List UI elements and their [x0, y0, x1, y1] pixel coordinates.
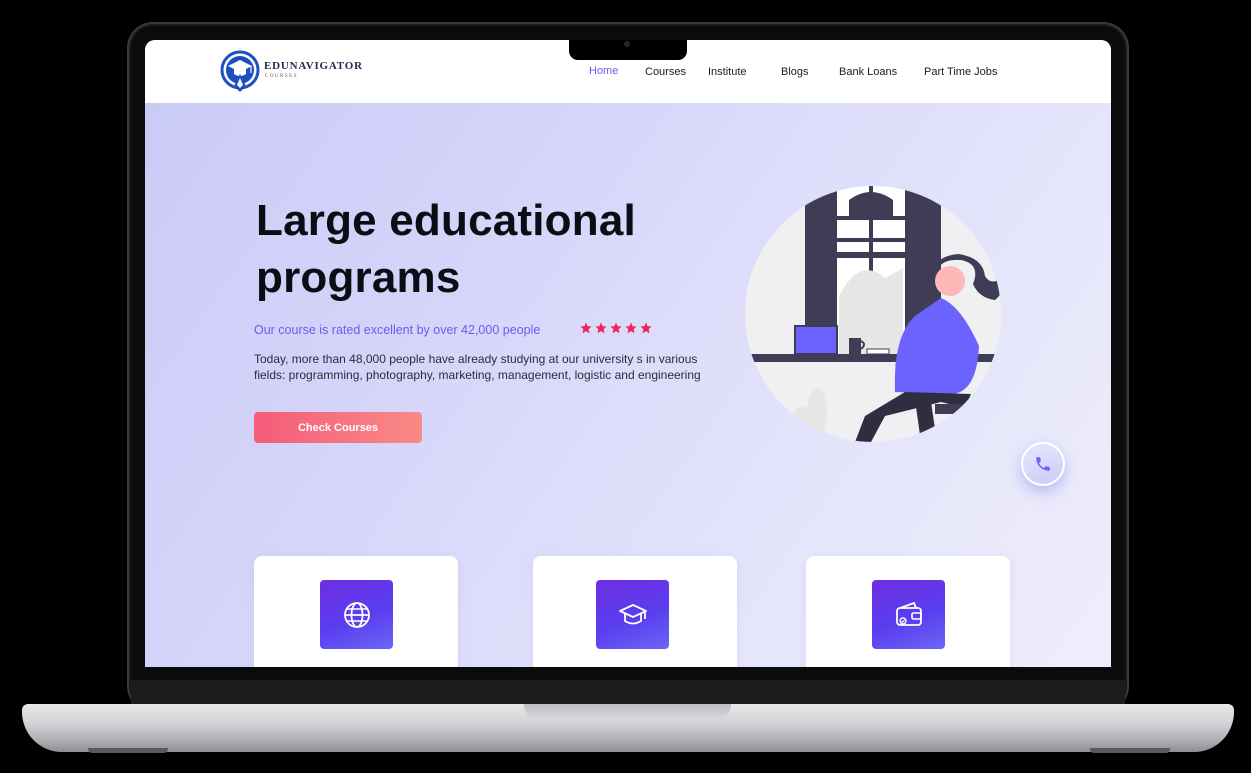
camera-icon [624, 41, 630, 47]
nav-part-time-jobs[interactable]: Part Time Jobs [924, 66, 997, 78]
logo-icon[interactable] [220, 50, 260, 92]
star-icon [625, 322, 637, 334]
star-icon [595, 322, 607, 334]
laptop-base-notch [524, 704, 731, 719]
star-icon [640, 322, 652, 334]
feature-card[interactable] [806, 556, 1010, 667]
brand-name[interactable]: EDUNAVIGATOR [264, 60, 363, 72]
feature-icon-tile [872, 580, 945, 649]
nav-bank-loans[interactable]: Bank Loans [839, 66, 897, 78]
hero-title-line1: Large educational [256, 196, 636, 245]
rating-stars [580, 322, 652, 334]
star-icon [580, 322, 592, 334]
camera-notch [569, 40, 687, 60]
feature-icon-tile [596, 580, 669, 649]
feature-card[interactable] [533, 556, 737, 667]
star-icon [610, 322, 622, 334]
laptop-foot [88, 748, 168, 753]
call-button[interactable] [1021, 442, 1065, 486]
hero-title: Large educational programs [256, 192, 716, 306]
website-screen: EDUNAVIGATOR COURSES Home Courses Instit… [145, 40, 1111, 667]
nav-courses[interactable]: Courses [645, 66, 686, 78]
nav-institute[interactable]: Institute [708, 66, 747, 78]
wallet-icon [896, 601, 922, 626]
laptop-bezel [131, 680, 1125, 706]
hero-description: Today, more than 48,000 people have alre… [254, 352, 701, 382]
rating-text: Our course is rated excellent by over 42… [254, 323, 541, 337]
feature-card[interactable] [254, 556, 458, 667]
nav-blogs[interactable]: Blogs [781, 66, 809, 78]
graduation-cap-icon [619, 604, 647, 625]
student-illustration [745, 186, 1001, 442]
globe-icon [344, 602, 370, 628]
hero-title-line2: programs [256, 253, 461, 302]
laptop-foot [1090, 748, 1170, 753]
brand-tagline: COURSES [265, 74, 299, 79]
feature-icon-tile [320, 580, 393, 649]
nav-home[interactable]: Home [589, 65, 618, 77]
phone-icon [1036, 457, 1050, 471]
check-courses-button[interactable]: Check Courses [254, 412, 422, 443]
